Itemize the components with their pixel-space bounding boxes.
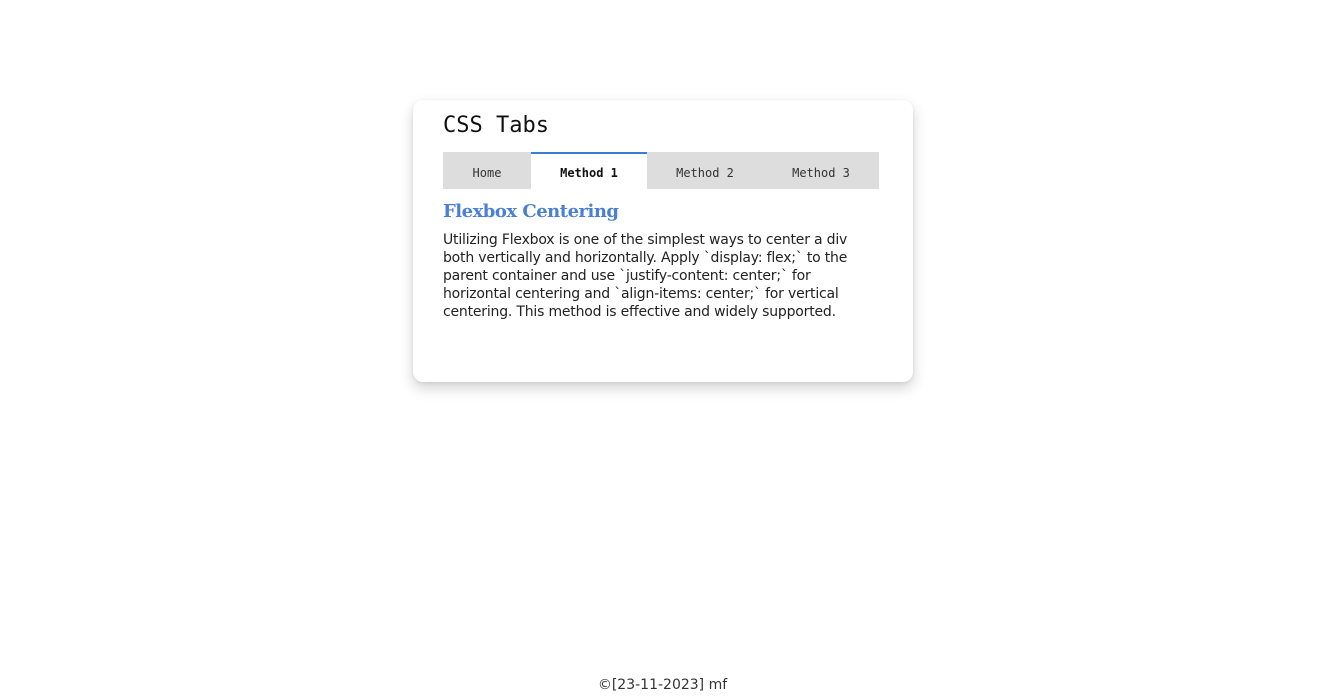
footer-copyright: ©[23-11-2023] mf: [597, 677, 728, 693]
tab-home[interactable]: Home: [443, 152, 531, 189]
tabs-card: CSS Tabs Home Method 1 Method 2 Method 3…: [413, 100, 913, 382]
tab-method-2[interactable]: Method 2: [647, 152, 763, 189]
tab-bar: Home Method 1 Method 2 Method 3: [443, 152, 879, 189]
tab-method-3[interactable]: Method 3: [763, 152, 879, 189]
content-heading: Flexbox Centering: [443, 201, 619, 222]
tab-method-1[interactable]: Method 1: [531, 152, 647, 189]
page: CSS Tabs Home Method 1 Method 2 Method 3…: [0, 0, 1325, 696]
content-text: Utilizing Flexbox is one of the simplest…: [443, 232, 848, 320]
tab-panel: Flexbox Centering Utilizing Flexbox is o…: [443, 201, 883, 321]
card-title: CSS Tabs: [443, 113, 549, 138]
